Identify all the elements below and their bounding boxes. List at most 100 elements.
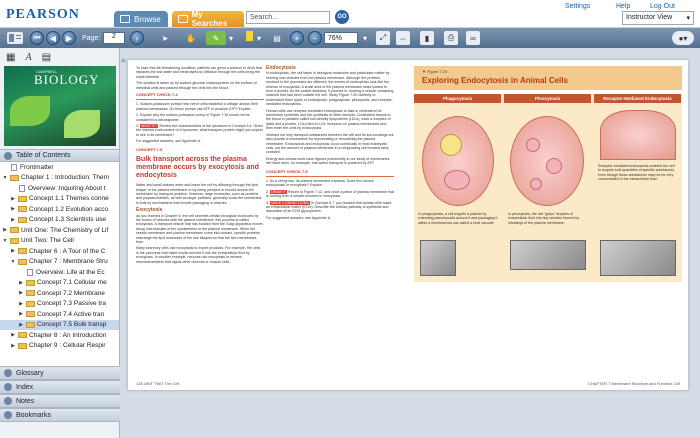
collapsed-arrow-icon[interactable]: ▶ (18, 301, 24, 307)
chevron-down-icon[interactable]: ▾ (228, 31, 234, 45)
collapsed-arrow-icon[interactable]: ▶ (18, 290, 24, 296)
toc-item[interactable]: ▼ Chapter 7 : Membrane Stru (0, 257, 119, 268)
book-icon (120, 15, 130, 23)
view-select[interactable]: Instructor View ▾ (622, 11, 694, 25)
toc-item[interactable]: ▶ Concept 1.3 Scientists use (0, 215, 119, 226)
first-page-icon[interactable]: ⏮ (30, 31, 44, 45)
tab-my-searches[interactable]: My Searches (172, 10, 244, 28)
folder-icon (10, 174, 19, 181)
prev-page-icon[interactable]: ◀ (46, 31, 60, 45)
next-page-icon[interactable]: ▶ (62, 31, 76, 45)
print-icon[interactable]: ⎙ (444, 31, 458, 45)
left-page-column-2: Endocytosis In endocytosis, the cell tak… (266, 65, 394, 220)
toc-item[interactable]: ▼ Unit Two: The Cell (0, 236, 119, 247)
expanded-arrow-icon[interactable]: ▼ (2, 175, 8, 181)
collapsed-arrow-icon[interactable]: ▶ (10, 217, 16, 223)
figure-title: Exploring Endocytosis in Animal Cells (422, 76, 568, 85)
micrograph-image (600, 240, 676, 276)
pages-view-icon[interactable]: ▤ (42, 52, 51, 63)
collapsed-arrow-icon[interactable]: ▶ (18, 311, 24, 317)
tab-my-searches-label: My Searches (191, 10, 228, 28)
search-go-button[interactable]: GO (335, 10, 349, 24)
collapsed-arrow-icon[interactable]: ▶ (10, 206, 16, 212)
fit-page-icon[interactable]: ⤢ (376, 31, 390, 45)
zoom-level-select[interactable]: 76% (324, 32, 358, 44)
collapsed-arrow-icon[interactable]: ▶ (10, 248, 16, 254)
sidebar-section-index[interactable]: Index (0, 380, 120, 394)
options-icon[interactable]: ●▾ (672, 31, 694, 45)
collapsed-arrow-icon[interactable]: ▶ (10, 196, 16, 202)
toc-item[interactable]: ▶ Concept 7.4 Active tran (0, 309, 119, 320)
hand-icon[interactable]: ✋ (186, 31, 196, 45)
toc-item[interactable]: ▶ Concept 1.2 Evolution acco (0, 204, 119, 215)
toc-item[interactable]: ▶ Chapter 9 : Cellular Respir (0, 341, 119, 352)
cover-leaf-shape (10, 96, 50, 126)
reader-toolbar: ⏮ ◀ ▶ Page: 2 › ➤ ✋ ✎ ▾ ▾ ▤ + − 76% ▾ ⤢ … (0, 28, 700, 48)
receptor-mediated-caption: Receptor-mediated endocytosis enables th… (598, 164, 675, 181)
highlighter-icon[interactable]: ✎ (206, 31, 226, 45)
toc-item[interactable]: ▶ Unit One: The Chemistry of Lif (0, 225, 119, 236)
receptor-mediated-heading: Receptor-Mediated Endocytosis (594, 94, 681, 103)
toc-item-label: Concept 1.3 Scientists use (29, 216, 106, 224)
settings-link[interactable]: Settings (565, 3, 590, 10)
font-size-icon[interactable]: A (25, 52, 31, 63)
search-input[interactable]: Search... (246, 11, 330, 24)
toc-toggle-icon[interactable] (6, 31, 24, 45)
collapsed-arrow-icon[interactable]: ▶ (18, 280, 24, 286)
toc-item[interactable]: ▶ Chapter 8 : An Introduction (0, 330, 119, 341)
tab-browse[interactable]: Browse (114, 11, 168, 27)
micrograph-image (510, 240, 586, 270)
tab-browse-label: Browse (134, 14, 161, 24)
toc-item[interactable]: ▶ Concept 7.2 Membrane (0, 288, 119, 299)
collapse-sidebar-icon[interactable]: « (121, 55, 126, 65)
zoom-out-icon[interactable]: − (308, 31, 322, 45)
link-icon[interactable]: ∞ (466, 31, 480, 45)
section-number: CONCEPT 7.5 (136, 146, 163, 152)
toc-item-label: Chapter 9 : Cellular Respir (29, 342, 106, 350)
sidebar-section-label: Index (16, 383, 34, 391)
chevron-down-icon[interactable]: ▾ (362, 31, 368, 45)
toc-item[interactable]: ▼ Chapter 1 : Introduction: Them (0, 173, 119, 184)
go-page-icon[interactable]: › (130, 31, 144, 45)
toc-item[interactable]: ▶ Concept 7.3 Passive tra (0, 299, 119, 310)
toc-item[interactable]: ▶ Concept 1.1 Themes conne (0, 194, 119, 205)
pinocytosis-caption: In pinocytosis, the cell "gulps" droplet… (508, 212, 580, 225)
collapsed-arrow-icon[interactable]: ▶ (10, 343, 16, 349)
expanded-arrow-icon[interactable]: ▼ (2, 238, 8, 244)
toc-item-label: Unit Two: The Cell (21, 237, 74, 245)
toc-item-label: Frontmatter (20, 163, 54, 171)
toc-item[interactable]: ▶ Chapter 6 : A Tour of the C (0, 246, 119, 257)
toc-item[interactable]: ▶ Concept 7.1 Cellular me (0, 278, 119, 289)
toc-item[interactable]: ▶ Concept 7.5 Bulk transp (0, 319, 119, 330)
note-icon[interactable]: ▤ (272, 31, 282, 45)
highlight-color-swatch[interactable] (246, 31, 253, 41)
expanded-arrow-icon[interactable]: ▼ (10, 259, 16, 265)
toc-item[interactable]: Frontmatter (0, 162, 119, 173)
fit-width-icon[interactable]: ⇔ (396, 31, 410, 45)
zoom-in-icon[interactable]: + (290, 31, 304, 45)
sidebar-section-notes[interactable]: Notes (0, 394, 120, 408)
pointer-icon[interactable]: ➤ (160, 31, 170, 45)
toc-item[interactable]: Overview: Inquiring About t (0, 183, 119, 194)
collapsed-arrow-icon[interactable]: ▶ (2, 227, 8, 233)
folder-icon (26, 300, 35, 307)
concept-check-label: CONCEPT CHECK 7.4 (136, 92, 178, 98)
chevron-down-icon[interactable]: ▾ (256, 31, 262, 45)
sidebar-section-bookmarks[interactable]: Bookmarks (0, 408, 120, 422)
expand-icon (4, 397, 12, 405)
toc-header[interactable]: Table of Contents (0, 149, 119, 162)
logout-link[interactable]: Log Out (650, 3, 675, 10)
bookmark-icon[interactable]: ▮ (420, 31, 434, 45)
collapsed-arrow-icon[interactable]: ▶ (10, 332, 16, 338)
toc-item-label: Chapter 7 : Membrane Stru (29, 258, 108, 266)
document-icon (27, 268, 33, 276)
contents-view-icon[interactable]: ▦ (6, 52, 15, 63)
folder-icon (26, 290, 35, 297)
toc-item[interactable]: Overview: Life at the Ec (0, 267, 119, 278)
folder-icon (18, 248, 27, 255)
collapsed-arrow-icon[interactable]: ▶ (18, 322, 24, 328)
folder-icon (18, 216, 27, 223)
page-number-input[interactable]: 2 (103, 32, 125, 44)
help-link[interactable]: Help (616, 3, 630, 10)
sidebar-section-glossary[interactable]: Glossary (0, 366, 120, 380)
